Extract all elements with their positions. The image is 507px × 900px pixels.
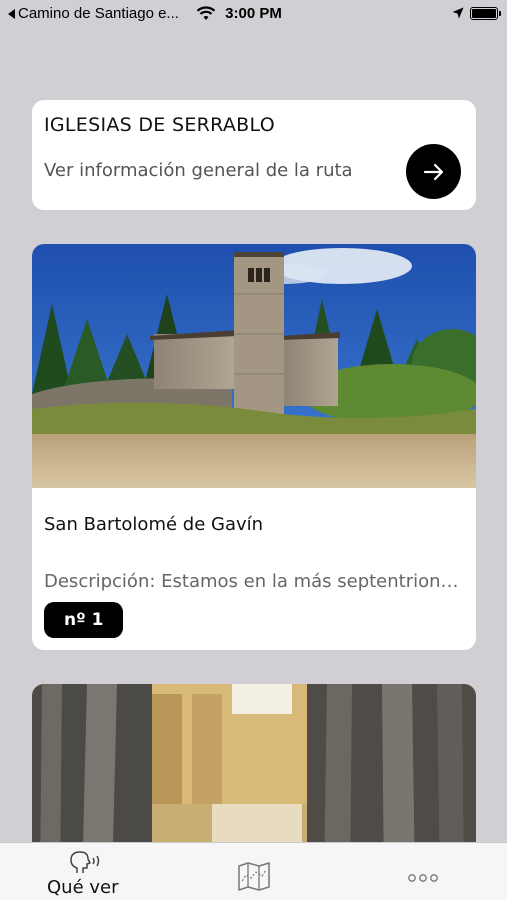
church-name: San Bartolomé de Gavín	[44, 514, 264, 535]
battery-icon	[470, 7, 501, 20]
route-info-link[interactable]: Ver información general de la ruta	[44, 160, 353, 181]
church-card[interactable]: San Bartolomé de Gavín Descripción: Esta…	[32, 244, 476, 650]
tab-que-ver-label: Qué ver	[47, 877, 119, 898]
speaking-head-icon	[70, 851, 100, 873]
tab-map[interactable]	[230, 843, 278, 900]
tab-more[interactable]	[400, 843, 448, 900]
tab-bar: Qué ver	[0, 842, 507, 900]
church-description: Descripción: Estamos en la más septentri…	[44, 571, 464, 592]
location-arrow-icon	[452, 7, 464, 19]
map-icon	[238, 862, 270, 891]
status-bar: Camino de Santiago e... 3:00 PM	[0, 0, 507, 28]
more-icon	[408, 874, 438, 882]
route-info-card[interactable]: IGLESIAS DE SERRABLO Ver información gen…	[32, 100, 476, 210]
arrow-right-icon	[423, 163, 443, 180]
church-photo	[32, 244, 476, 488]
tab-que-ver[interactable]: Qué ver	[30, 843, 140, 900]
route-info-button[interactable]	[406, 144, 461, 199]
clock: 3:00 PM	[225, 5, 282, 22]
route-title: IGLESIAS DE SERRABLO	[44, 114, 275, 136]
church-number-badge: nº 1	[44, 602, 124, 638]
